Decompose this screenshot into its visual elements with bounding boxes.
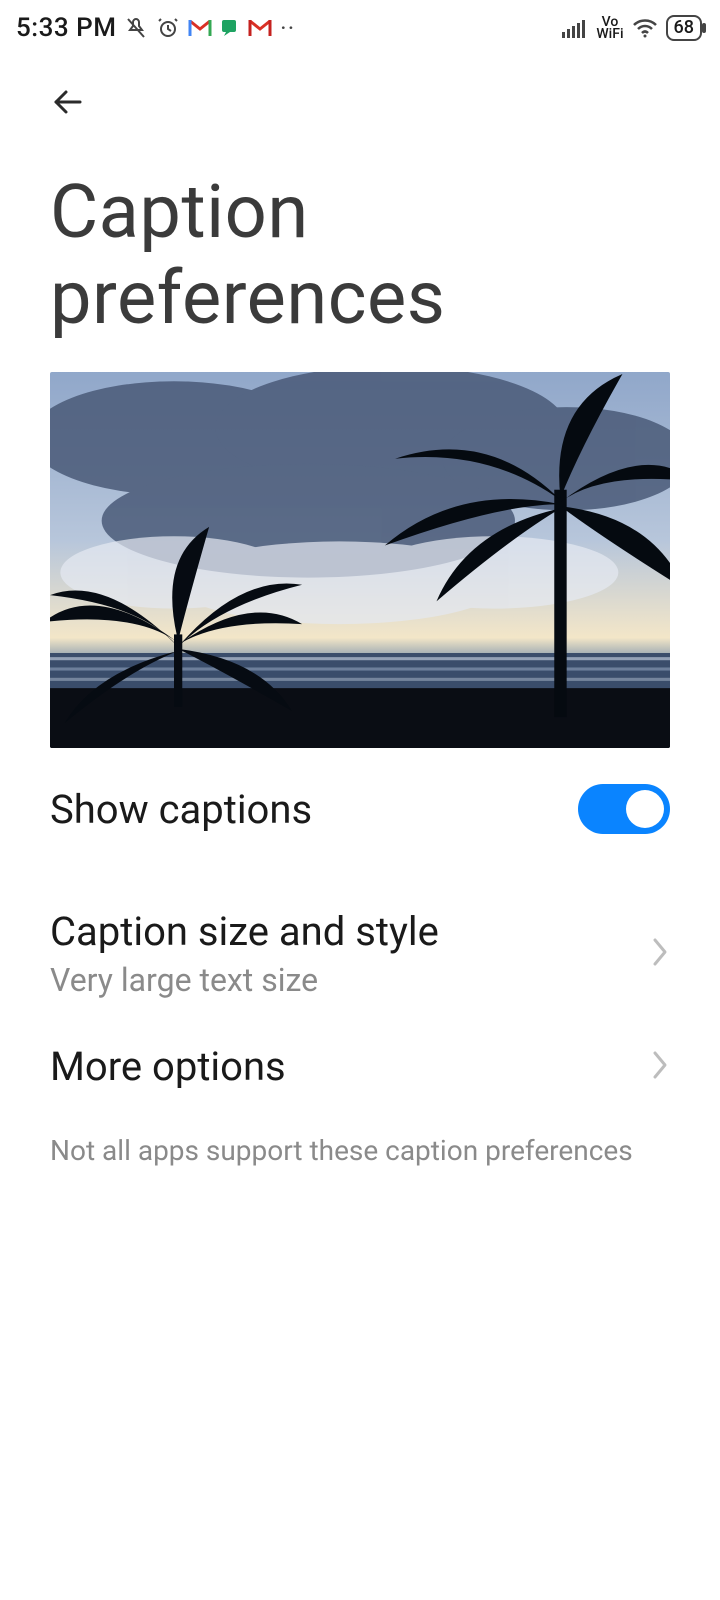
mute-icon xyxy=(124,16,148,40)
chevron-right-icon xyxy=(650,1048,670,1086)
caption-preview-image xyxy=(50,372,670,748)
more-notifications-icon: ·· xyxy=(280,16,295,40)
chevron-right-icon xyxy=(650,935,670,973)
more-options-row[interactable]: More options xyxy=(50,1021,670,1112)
chat-icon xyxy=(220,18,240,38)
show-captions-toggle[interactable] xyxy=(578,784,670,834)
page-title: Caption preferences xyxy=(50,140,670,372)
back-button[interactable] xyxy=(50,82,90,122)
battery-indicator: 68 xyxy=(666,15,702,41)
alarm-icon xyxy=(156,16,180,40)
status-bar: 5:33 PM ·· Vo WiFi 68 xyxy=(0,0,720,56)
status-left: 5:33 PM ·· xyxy=(16,13,296,43)
status-time: 5:33 PM xyxy=(16,13,116,43)
wifi-icon xyxy=(632,18,658,38)
page-content: Caption preferences xyxy=(0,56,720,1167)
vowifi-label: Vo WiFi xyxy=(596,16,623,40)
more-options-label: More options xyxy=(50,1043,286,1090)
status-right: Vo WiFi 68 xyxy=(562,15,702,41)
signal-icon xyxy=(562,18,588,38)
caption-support-note: Not all apps support these caption prefe… xyxy=(50,1112,670,1167)
caption-size-style-sub: Very large text size xyxy=(50,961,439,999)
caption-size-style-row[interactable]: Caption size and style Very large text s… xyxy=(50,886,670,1021)
gmail-icon-2 xyxy=(248,18,272,38)
caption-size-style-label: Caption size and style xyxy=(50,908,439,955)
show-captions-row[interactable]: Show captions xyxy=(50,748,670,868)
gmail-icon xyxy=(188,18,212,38)
toggle-knob xyxy=(626,790,664,828)
show-captions-label: Show captions xyxy=(50,786,312,833)
